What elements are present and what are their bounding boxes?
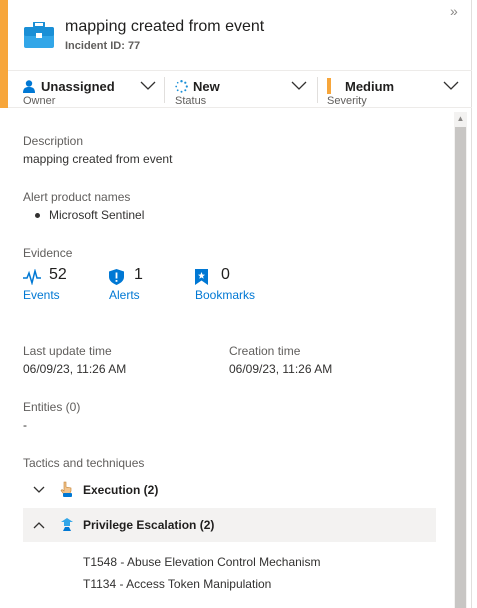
status-dropdown[interactable]: New Status <box>175 71 310 109</box>
briefcase-icon <box>24 22 54 48</box>
severity-label: Severity <box>327 95 367 107</box>
bookmarks-link[interactable]: Bookmarks <box>195 288 255 302</box>
bookmarks-count: 0 <box>221 266 230 283</box>
evidence-label: Evidence <box>23 246 73 260</box>
incident-title: mapping created from event <box>65 18 265 35</box>
chevron-down-icon <box>140 81 156 90</box>
status-value: New <box>193 79 220 94</box>
alert-product-item: Microsoft Sentinel <box>49 208 145 222</box>
evidence-events[interactable]: 52 Events <box>23 266 93 306</box>
execution-icon <box>60 481 72 497</box>
events-link[interactable]: Events <box>23 288 60 302</box>
severity-medium-icon <box>327 78 331 94</box>
alerts-link[interactable]: Alerts <box>109 288 140 302</box>
alerts-count: 1 <box>134 266 143 283</box>
status-label: Status <box>175 95 207 107</box>
shield-icon <box>109 269 124 285</box>
panel-header: mapping created from event Incident ID: … <box>8 0 472 70</box>
owner-dropdown[interactable]: Unassigned Owner <box>23 71 158 109</box>
person-icon <box>23 80 35 93</box>
vertical-scrollbar[interactable]: ▲ <box>454 112 467 608</box>
privilege-escalation-icon <box>61 518 73 531</box>
incident-panel: mapping created from event Incident ID: … <box>0 0 472 608</box>
pulse-icon <box>23 269 41 285</box>
tactic-execution[interactable]: Execution (2) <box>23 473 436 507</box>
incident-id: Incident ID: 77 <box>65 40 141 52</box>
last-update-value: 06/09/23, 11:26 AM <box>23 362 127 376</box>
details-content: Description mapping created from event A… <box>8 112 454 608</box>
chevron-down-icon <box>443 81 459 90</box>
entities-label: Entities (0) <box>23 400 81 414</box>
creation-time-label: Creation time <box>229 344 301 358</box>
evidence-bookmarks[interactable]: 0 Bookmarks <box>195 266 275 306</box>
tactic-privilege-escalation[interactable]: Privilege Escalation (2) <box>23 508 436 542</box>
chevron-down-icon <box>33 486 45 493</box>
technique-item[interactable]: T1134 - Access Token Manipulation <box>83 577 271 591</box>
events-count: 52 <box>49 266 67 283</box>
owner-value: Unassigned <box>41 79 115 94</box>
severity-accent-bar <box>0 0 8 608</box>
evidence-alerts[interactable]: 1 Alerts <box>109 266 169 306</box>
creation-time-value: 06/09/23, 11:26 AM <box>229 362 333 376</box>
tactic-name: Privilege Escalation (2) <box>83 518 215 532</box>
technique-item[interactable]: T1548 - Abuse Elevation Control Mechanis… <box>83 555 320 569</box>
spinner-icon <box>175 80 188 93</box>
incident-meta-bar: Unassigned Owner New Status Medium Sever… <box>8 70 472 108</box>
severity-dropdown[interactable]: Medium Severity <box>327 71 467 109</box>
description-text: mapping created from event <box>23 152 173 166</box>
double-chevron-right-icon[interactable]: » <box>450 3 458 19</box>
bullet-dot <box>35 213 40 218</box>
scroll-up-icon[interactable]: ▲ <box>454 112 467 126</box>
alert-products-label: Alert product names <box>23 190 131 204</box>
chevron-up-icon <box>33 522 45 529</box>
last-update-label: Last update time <box>23 344 112 358</box>
owner-label: Owner <box>23 95 56 107</box>
tactics-label: Tactics and techniques <box>23 456 145 470</box>
chevron-down-icon <box>291 81 307 90</box>
bookmark-icon <box>195 269 208 285</box>
tactic-name: Execution (2) <box>83 483 159 497</box>
description-label: Description <box>23 134 84 148</box>
entities-value: - <box>23 418 27 432</box>
scroll-thumb[interactable] <box>455 127 466 608</box>
severity-value: Medium <box>345 79 395 94</box>
